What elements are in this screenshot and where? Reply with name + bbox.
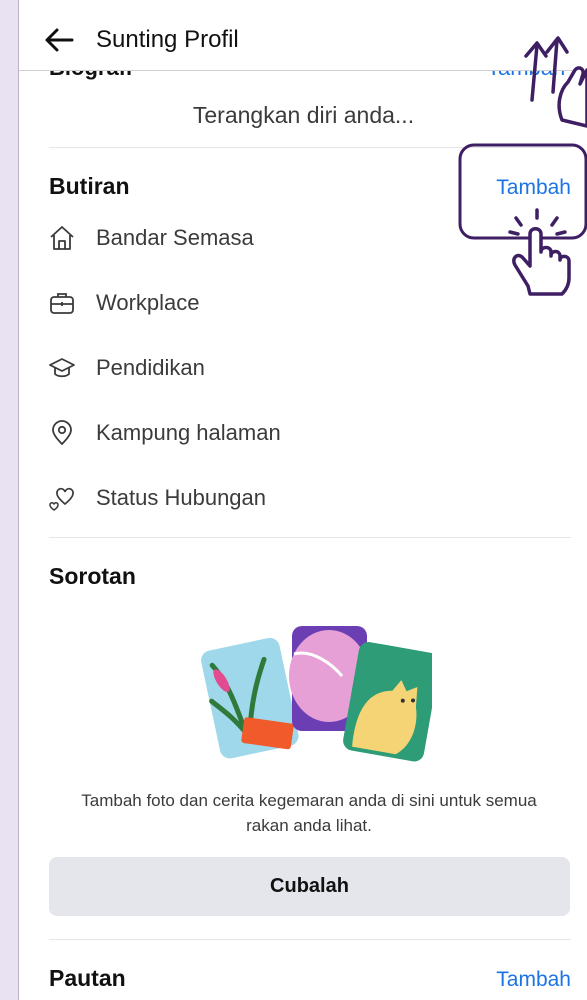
bio-input[interactable]: Terangkan diri anda... xyxy=(19,102,587,129)
divider xyxy=(49,537,571,538)
highlights-description: Tambah foto dan cerita kegemaran anda di… xyxy=(81,791,537,835)
highlights-illustration xyxy=(201,626,432,762)
home-icon xyxy=(47,223,77,253)
details-section-title: Butiran xyxy=(49,173,130,199)
detail-item-label: Workplace xyxy=(96,290,200,315)
detail-item-label: Bandar Semasa xyxy=(96,225,254,250)
graduation-cap-icon xyxy=(47,353,77,383)
detail-item-current-city[interactable]: Bandar Semasa xyxy=(47,218,254,258)
location-pin-icon xyxy=(47,418,77,448)
detail-item-relationship[interactable]: Status Hubungan xyxy=(47,478,266,518)
edit-profile-screen: Biografi Tambah Sunting Profil Terangkan… xyxy=(18,0,587,1000)
links-section-title: Pautan xyxy=(49,965,126,991)
detail-item-label: Pendidikan xyxy=(96,355,205,380)
try-it-button[interactable]: Cubalah xyxy=(49,857,570,916)
briefcase-icon xyxy=(47,288,77,318)
links-add-link[interactable]: Tambah xyxy=(496,968,571,992)
divider xyxy=(49,939,571,940)
divider xyxy=(49,147,571,148)
top-app-bar: Sunting Profil xyxy=(19,0,587,71)
detail-item-education[interactable]: Pendidikan xyxy=(47,348,205,388)
page-title: Sunting Profil xyxy=(96,26,239,53)
detail-item-label: Status Hubungan xyxy=(96,485,267,510)
back-button[interactable] xyxy=(41,22,77,58)
hearts-icon xyxy=(47,483,77,513)
detail-item-hometown[interactable]: Kampung halaman xyxy=(47,413,281,453)
highlights-section-title: Sorotan xyxy=(49,563,136,589)
arrow-left-icon xyxy=(45,28,74,52)
detail-item-workplace[interactable]: Workplace xyxy=(47,283,200,323)
detail-item-label: Kampung halaman xyxy=(96,420,281,445)
details-add-link[interactable]: Tambah xyxy=(496,176,571,200)
